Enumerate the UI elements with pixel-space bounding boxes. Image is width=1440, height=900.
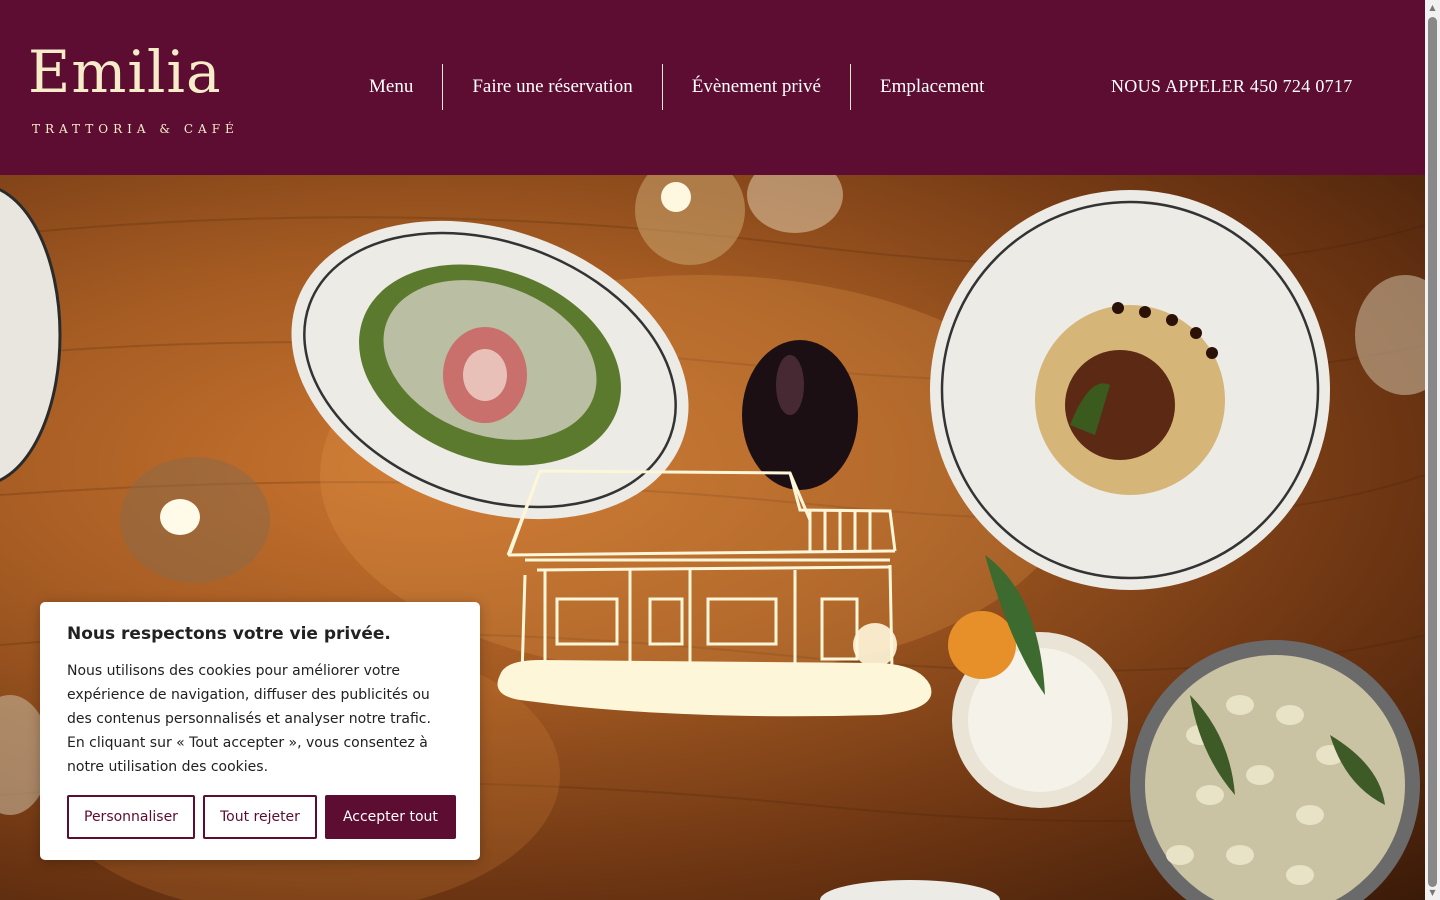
logo-wordmark: Emilia — [28, 38, 222, 106]
logo-tagline: TRATTORIA & CAFÉ — [32, 122, 239, 136]
main-nav: Menu Faire une réservation Évènement pri… — [340, 64, 1013, 110]
logo[interactable]: Emilia TRATTORIA & CAFÉ — [28, 38, 252, 140]
site-header: Emilia TRATTORIA & CAFÉ Menu Faire une r… — [0, 0, 1425, 175]
scroll-up-icon[interactable]: ▲ — [1425, 0, 1440, 15]
accept-all-button[interactable]: Accepter tout — [324, 795, 456, 839]
customize-button[interactable]: Personnaliser — [67, 795, 195, 839]
page-scrollbar[interactable]: ▲ ▼ — [1425, 0, 1440, 900]
nav-item-menu[interactable]: Menu — [340, 64, 442, 110]
cookie-description: Nous utilisons des cookies pour améliore… — [67, 663, 431, 775]
phone-link[interactable]: NOUS APPELER 450 724 0717 — [1111, 76, 1353, 97]
reject-all-button[interactable]: Tout rejeter — [202, 795, 317, 839]
nav-item-location[interactable]: Emplacement — [851, 64, 1013, 110]
cookie-title: Nous respectons votre vie privée. — [67, 624, 391, 644]
nav-item-reservation[interactable]: Faire une réservation — [443, 64, 661, 110]
scroll-down-icon[interactable]: ▼ — [1425, 885, 1440, 900]
scroll-thumb[interactable] — [1428, 17, 1437, 887]
cookie-buttons: Personnaliser Tout rejeter Accepter tout — [67, 795, 456, 839]
nav-item-private-event[interactable]: Évènement privé — [663, 64, 850, 110]
cookie-consent-banner: Nous respectons votre vie privée. Nous u… — [40, 602, 480, 860]
